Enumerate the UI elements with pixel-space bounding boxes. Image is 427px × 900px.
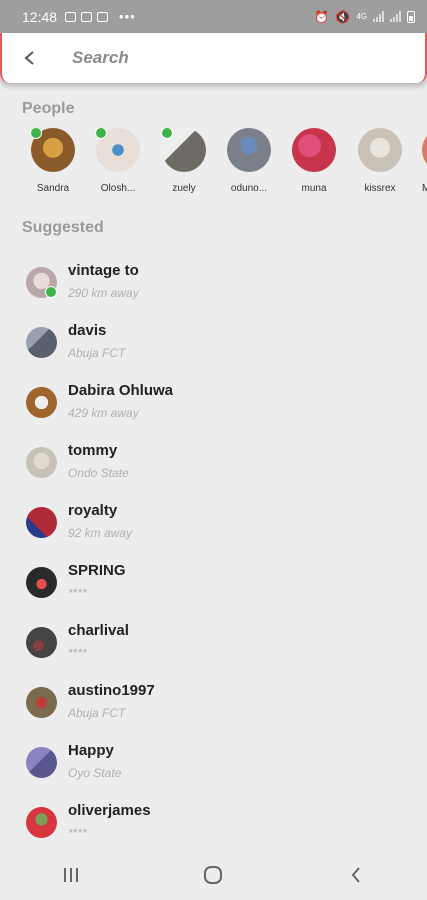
user-location: Oyo State: [68, 766, 122, 780]
more-notifications-icon: •••: [119, 9, 136, 24]
avatar: [26, 267, 57, 298]
avatar: [292, 128, 336, 172]
user-name: vintage to: [68, 262, 139, 279]
home-icon: [204, 866, 223, 884]
user-name: tommy: [68, 442, 118, 459]
list-item[interactable]: austino1997 Abuja FCT: [0, 682, 427, 742]
user-location: 92 km away: [68, 526, 133, 540]
suggested-heading: Suggested: [22, 219, 104, 236]
user-name: Happy: [68, 742, 114, 759]
user-name: royalty: [68, 502, 118, 519]
avatar: [26, 447, 57, 478]
user-location: ****: [68, 826, 87, 840]
avatar: [26, 807, 57, 838]
chevron-left-icon: [24, 51, 34, 65]
avatar: [30, 128, 75, 172]
network-label: 4G: [356, 12, 367, 21]
user-location: 429 km away: [68, 406, 139, 420]
person-item[interactable]: muna: [284, 128, 344, 194]
person-item[interactable]: zuely: [154, 128, 214, 194]
avatar: [358, 128, 402, 172]
list-item[interactable]: tommy Ondo State: [0, 442, 427, 502]
user-location: ****: [68, 586, 87, 600]
avatar: [26, 327, 57, 358]
avatar: [26, 747, 57, 778]
search-bar: [0, 33, 427, 83]
back-arrow-icon: [351, 867, 360, 883]
user-name: davis: [68, 322, 107, 339]
user-location: 290 km away: [68, 286, 139, 300]
recent-apps-button[interactable]: [41, 855, 101, 895]
online-indicator: [95, 128, 107, 139]
list-item[interactable]: SPRING ****: [0, 562, 427, 622]
person-item[interactable]: oduno...: [219, 128, 279, 194]
system-back-button[interactable]: [326, 855, 386, 895]
avatar: [26, 507, 57, 538]
online-indicator: [161, 128, 173, 139]
user-name: Dabira Ohluwa: [68, 382, 174, 399]
list-item[interactable]: davis Abuja FCT: [0, 322, 427, 382]
person-name: muna: [301, 183, 327, 194]
person-item[interactable]: M: [414, 128, 427, 194]
instagram-icon: [97, 11, 109, 22]
avatar: [26, 387, 57, 418]
avatar: [26, 567, 57, 598]
person-item[interactable]: kissrex: [350, 128, 410, 194]
person-name: zuely: [172, 183, 196, 194]
home-button[interactable]: [183, 855, 243, 895]
list-item[interactable]: Happy Oyo State: [0, 742, 427, 802]
online-indicator: [30, 128, 42, 139]
youtube-icon: [65, 11, 77, 22]
gallery-icon: [81, 11, 93, 22]
avatar: [95, 128, 140, 172]
people-carousel[interactable]: Sandra Olosh... zuely oduno... muna kiss…: [0, 128, 427, 198]
search-input[interactable]: [70, 47, 374, 69]
battery-icon: [407, 10, 415, 23]
avatar: [26, 627, 57, 658]
user-location: Abuja FCT: [68, 706, 126, 720]
person-item[interactable]: Sandra: [23, 128, 83, 194]
avatar: [422, 128, 427, 172]
status-bar: 12:48 ••• ⏰ 🔇 4G: [0, 0, 427, 33]
person-name: Sandra: [36, 183, 70, 194]
avatar: [26, 687, 57, 718]
list-item[interactable]: charlival ****: [0, 622, 427, 682]
back-button[interactable]: [2, 33, 58, 83]
recent-apps-icon: [64, 868, 79, 882]
signal-icon-2: [390, 11, 401, 22]
user-name: austino1997: [68, 682, 155, 699]
mute-icon: 🔇: [335, 9, 351, 24]
user-name: oliverjames: [68, 802, 151, 819]
user-location: ****: [68, 646, 87, 660]
people-heading: People: [22, 100, 75, 117]
avatar: [161, 128, 206, 172]
system-nav-bar: [0, 850, 427, 900]
avatar: [227, 128, 271, 172]
list-item[interactable]: royalty 92 km away: [0, 502, 427, 562]
person-item[interactable]: Olosh...: [88, 128, 148, 194]
user-location: Ondo State: [68, 466, 129, 480]
person-name: Olosh...: [100, 183, 136, 194]
person-name: M: [414, 183, 427, 194]
notification-icons: •••: [65, 9, 136, 24]
user-name: SPRING: [68, 562, 126, 579]
list-item[interactable]: Dabira Ohluwa 429 km away: [0, 382, 427, 442]
person-name: oduno...: [230, 183, 268, 194]
user-name: charlival: [68, 622, 129, 639]
alarm-icon: ⏰: [314, 9, 330, 24]
list-item[interactable]: vintage to 290 km away: [0, 262, 427, 322]
online-indicator: [45, 286, 57, 298]
status-time: 12:48: [22, 8, 58, 25]
user-location: Abuja FCT: [68, 346, 126, 360]
person-name: kissrex: [364, 183, 396, 194]
signal-icon: [373, 11, 384, 22]
